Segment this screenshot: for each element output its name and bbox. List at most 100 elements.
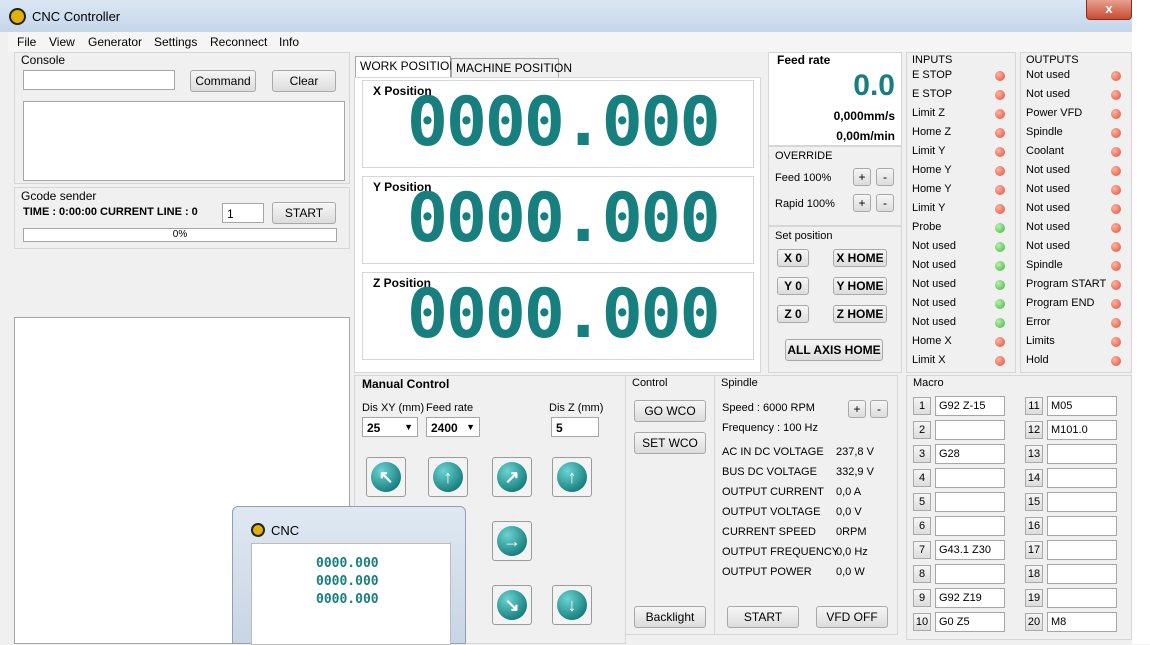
macro-15-button[interactable]: 15 [1025,493,1043,511]
status-led-icon [1111,242,1121,252]
menu-file[interactable]: File [17,35,36,49]
spindle-start-button[interactable]: START [727,606,799,628]
macro-16-button[interactable]: 16 [1025,517,1043,535]
spindle-plus-button[interactable]: + [848,400,866,418]
macro-17-input[interactable] [1047,540,1117,560]
macro-10-input[interactable]: G0 Z5 [935,612,1005,632]
macro-20-button[interactable]: 20 [1025,613,1043,631]
macro-2-button[interactable]: 2 [913,421,931,439]
jog-down-right-button[interactable]: ↘ [492,585,532,625]
line-input[interactable]: 1 [222,203,264,223]
macro-12-input[interactable]: M101.0 [1047,420,1117,440]
inputs-item-label: Home Y [912,183,952,195]
macro-8-input[interactable] [935,564,1005,584]
arrow-down-icon: ↓ [557,590,587,620]
macro-1-input[interactable]: G92 Z-15 [935,396,1005,416]
macro-10-button[interactable]: 10 [913,613,931,631]
menu-bar: File View Generator Settings Reconnect I… [8,32,1132,52]
spindle-readout-value: 0RPM [836,526,867,538]
macro-18-button[interactable]: 18 [1025,565,1043,583]
jog-up-button[interactable]: ↑ [428,457,468,497]
macro-12-button[interactable]: 12 [1025,421,1043,439]
x-home-button[interactable]: X HOME [833,249,887,267]
macro-14-button[interactable]: 14 [1025,469,1043,487]
macro-19-input[interactable] [1047,588,1117,608]
rapid-override-plus-button[interactable]: + [853,194,871,212]
tab-machine-position[interactable]: MACHINE POSITION [451,58,572,78]
feed-override-minus-button[interactable]: - [876,168,894,186]
macro-3-input[interactable]: G28 [935,444,1005,464]
macro-6-button[interactable]: 6 [913,517,931,535]
macro-4-button[interactable]: 4 [913,469,931,487]
y-home-button[interactable]: Y HOME [833,277,887,295]
zero-y-button[interactable]: Y 0 [777,277,809,295]
macro-14-input[interactable] [1047,468,1117,488]
close-button[interactable]: x [1086,0,1132,20]
feed-override-plus-button[interactable]: + [853,168,871,186]
macro-17-button[interactable]: 17 [1025,541,1043,559]
backlight-button[interactable]: Backlight [634,606,706,628]
feed-rate-select[interactable]: 2400 ▼ [426,417,480,437]
zero-z-button[interactable]: Z 0 [777,305,809,323]
set-wco-button[interactable]: SET WCO [634,432,706,454]
clear-button[interactable]: Clear [272,70,336,92]
arrow-up-right-icon: ↗ [497,462,527,492]
macro-1-button[interactable]: 1 [913,397,931,415]
jog-right-button[interactable]: → [492,521,532,561]
outputs-item-label: Power VFD [1026,107,1083,119]
macro-8-button[interactable]: 8 [913,565,931,583]
macro-5-input[interactable] [935,492,1005,512]
macro-18-input[interactable] [1047,564,1117,584]
arrow-down-right-icon: ↘ [497,590,527,620]
dis-z-input[interactable]: 5 [551,417,599,437]
taskbar-thumbnail[interactable]: CNC 0000.000 0000.000 0000.000 [232,506,466,645]
zero-x-button[interactable]: X 0 [777,249,809,267]
spindle-minus-button[interactable]: - [870,400,888,418]
macro-6-input[interactable] [935,516,1005,536]
status-led-icon [1111,299,1121,309]
jog-z-up-button[interactable]: ↑ [552,457,592,497]
menu-generator[interactable]: Generator [88,35,142,49]
vfd-off-button[interactable]: VFD OFF [816,606,888,628]
tab-work-position[interactable]: WORK POSITION [355,56,458,78]
macro-20-input[interactable]: M8 [1047,612,1117,632]
macro-2-input[interactable] [935,420,1005,440]
macro-13-button[interactable]: 13 [1025,445,1043,463]
outputs-panel: OUTPUTS Not used Not used Power VFD Spindle… [1020,52,1132,373]
command-input[interactable] [23,70,175,90]
outputs-item-label: Not used [1026,240,1071,252]
macro-9-input[interactable]: G92 Z19 [935,588,1005,608]
macro-11-button[interactable]: 11 [1025,397,1043,415]
macro-5-button[interactable]: 5 [913,493,931,511]
menu-reconnect[interactable]: Reconnect [210,35,267,49]
macro-13-input[interactable] [1047,444,1117,464]
macro-15-input[interactable] [1047,492,1117,512]
jog-z-down-button[interactable]: ↓ [552,585,592,625]
macro-16-input[interactable] [1047,516,1117,536]
macro-7-input[interactable]: G43.1 Z30 [935,540,1005,560]
console-output[interactable] [23,101,345,181]
z-home-button[interactable]: Z HOME [833,305,887,323]
jog-up-left-button[interactable]: ↖ [366,457,406,497]
status-led-icon [1111,185,1121,195]
outputs-item-label: Not used [1026,183,1071,195]
dis-xy-label: Dis XY (mm) [362,402,425,414]
menu-view[interactable]: View [49,35,75,49]
menu-info[interactable]: Info [279,35,299,49]
macro-19-button[interactable]: 19 [1025,589,1043,607]
menu-settings[interactable]: Settings [154,35,197,49]
rapid-override-minus-button[interactable]: - [876,194,894,212]
macro-9-button[interactable]: 9 [913,589,931,607]
macro-4-input[interactable] [935,468,1005,488]
gcode-start-button[interactable]: START [272,202,336,224]
dis-xy-select[interactable]: 25 ▼ [362,417,418,437]
macro-11-input[interactable]: M05 [1047,396,1117,416]
macro-7-button[interactable]: 7 [913,541,931,559]
macro-3-button[interactable]: 3 [913,445,931,463]
console-panel: Console Command Clear [14,52,350,184]
command-button[interactable]: Command [190,70,256,92]
all-axis-home-button[interactable]: ALL AXIS HOME [785,339,883,361]
client-area: Console Command Clear Gcode sender TIME … [8,52,1132,644]
go-wco-button[interactable]: GO WCO [634,400,706,422]
jog-up-right-button[interactable]: ↗ [492,457,532,497]
